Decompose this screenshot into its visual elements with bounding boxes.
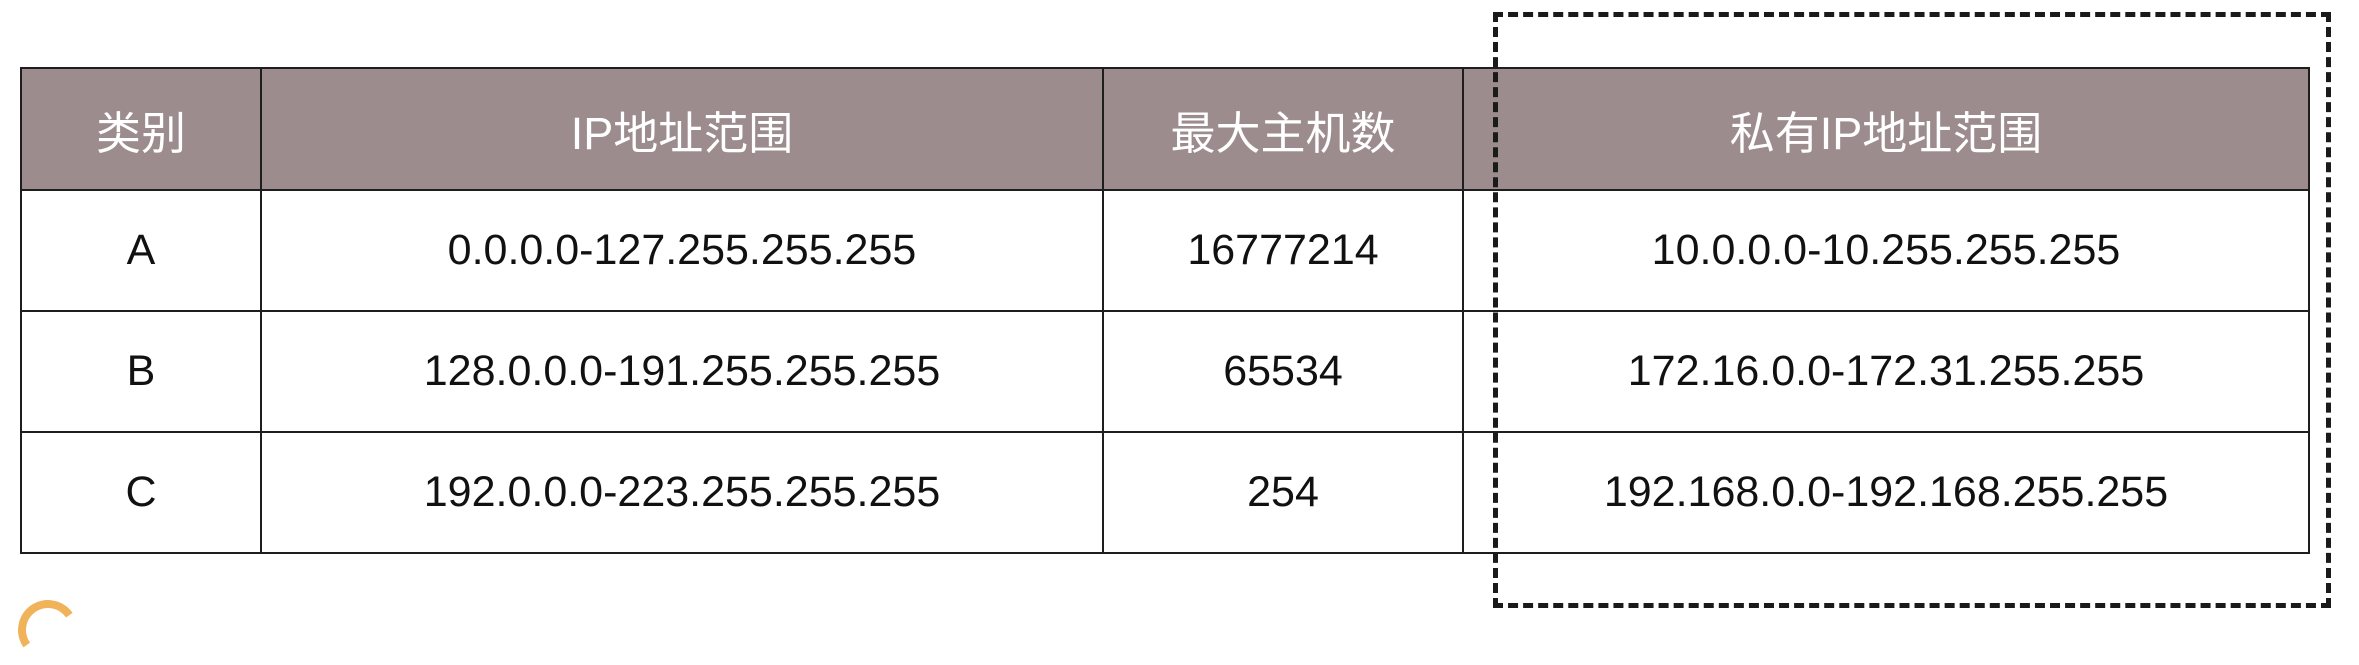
cell-class: A (20, 189, 262, 312)
cell-private-ip-range: 172.16.0.0-172.31.255.255 (1462, 310, 2310, 433)
header-private-ip-range: 私有IP地址范围 (1462, 67, 2310, 191)
cell-ip-range: 0.0.0.0-127.255.255.255 (260, 189, 1104, 312)
cell-ip-range: 192.0.0.0-223.255.255.255 (260, 431, 1104, 554)
cell-max-hosts: 254 (1102, 431, 1464, 554)
cell-private-ip-range: 10.0.0.0-10.255.255.255 (1462, 189, 2310, 312)
header-class: 类别 (20, 67, 262, 191)
table-header-row: 类别 IP地址范围 最大主机数 私有IP地址范围 (20, 67, 2310, 191)
header-max-hosts: 最大主机数 (1102, 67, 1464, 191)
cell-ip-range: 128.0.0.0-191.255.255.255 (260, 310, 1104, 433)
header-ip-range: IP地址范围 (260, 67, 1104, 191)
table-row: C 192.0.0.0-223.255.255.255 254 192.168.… (20, 431, 2310, 554)
table-row: A 0.0.0.0-127.255.255.255 16777214 10.0.… (20, 189, 2310, 312)
decorative-arc-icon (13, 595, 83, 665)
table-row: B 128.0.0.0-191.255.255.255 65534 172.16… (20, 310, 2310, 433)
cell-class: C (20, 431, 262, 554)
cell-private-ip-range: 192.168.0.0-192.168.255.255 (1462, 431, 2310, 554)
cell-max-hosts: 16777214 (1102, 189, 1464, 312)
ip-class-table: 类别 IP地址范围 最大主机数 私有IP地址范围 A 0.0.0.0-127.2… (20, 67, 2310, 554)
cell-class: B (20, 310, 262, 433)
cell-max-hosts: 65534 (1102, 310, 1464, 433)
